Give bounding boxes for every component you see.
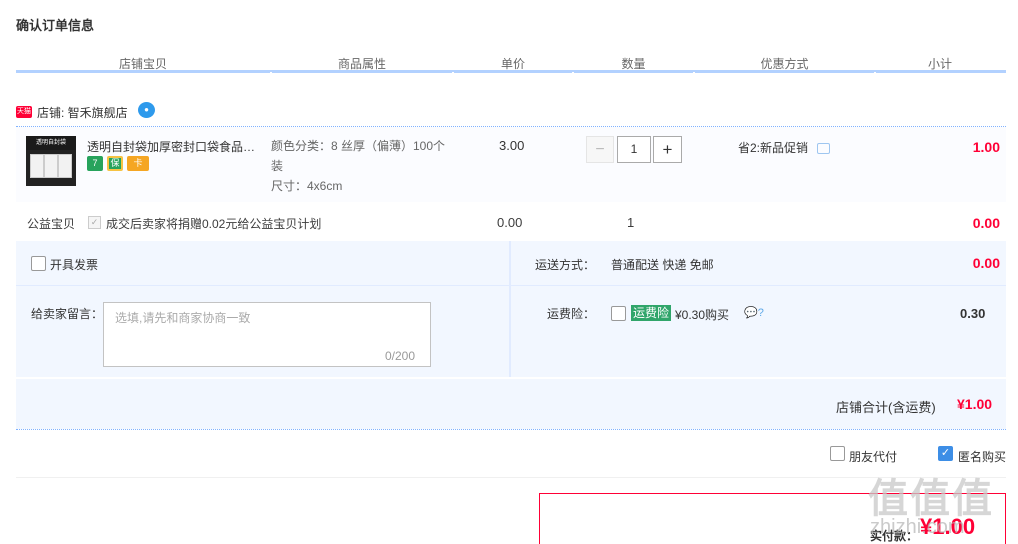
- charity-price: 0.00: [497, 215, 523, 230]
- charity-checkbox: ✓: [88, 216, 101, 229]
- card-payment-icon[interactable]: 卡: [127, 156, 149, 171]
- seven-day-return-icon[interactable]: 7: [87, 156, 103, 171]
- attribute-color: 颜色分类：8 丝厚（偏薄）100个: [271, 139, 446, 153]
- help-icon[interactable]: 💬?: [744, 306, 764, 319]
- shipping-method-label: 运送方式：: [535, 258, 596, 272]
- header-separator: [452, 72, 454, 75]
- panel-divider: [16, 285, 509, 286]
- bag-shape: [58, 154, 72, 178]
- col-header-discount: 优惠方式: [760, 57, 809, 71]
- shipping-insurance-amount: 0.30: [960, 306, 986, 321]
- quantity-input[interactable]: 1: [617, 136, 651, 163]
- panel-divider: [509, 241, 511, 377]
- product-thumbnail[interactable]: 透明自封袋: [26, 136, 76, 186]
- product-title-link[interactable]: 透明自封袋加厚密封口袋食品保鲜袋: [87, 138, 267, 155]
- invoice-checkbox[interactable]: [31, 256, 46, 271]
- col-header-subtotal: 小计: [927, 57, 952, 71]
- charity-quantity: 1: [627, 215, 635, 230]
- shipping-insurance-price: ¥0.30购买: [675, 308, 730, 322]
- tmall-icon: 天猫: [16, 106, 32, 118]
- unit-price: 3.00: [499, 138, 525, 153]
- divider: [16, 477, 1006, 478]
- header-underline: [16, 70, 1006, 73]
- shipping-insurance-badge: 运费险: [631, 305, 672, 321]
- shipping-insurance-checkbox[interactable]: [611, 306, 626, 321]
- character-counter: 0/200: [385, 349, 416, 363]
- shipping-insurance-label: 运费险：: [547, 307, 596, 321]
- charity-label: 公益宝贝: [27, 217, 76, 231]
- anonymous-purchase-label[interactable]: 匿名购买: [958, 448, 1006, 465]
- shipping-method-value: 普通配送 快递 免邮: [611, 258, 714, 272]
- panel-divider: [511, 285, 1006, 286]
- invoice-label[interactable]: 开具发票: [50, 256, 98, 273]
- shop-total-label: 店铺合计(含运费): [836, 400, 936, 415]
- bag-shape: [30, 154, 44, 178]
- guarantee-icon[interactable]: 保: [107, 156, 123, 171]
- watermark-url: zhizhi.com: [870, 516, 965, 538]
- col-header-price: 单价: [500, 57, 525, 71]
- col-header-quantity: 数量: [621, 57, 646, 71]
- friend-pay-label[interactable]: 朋友代付: [849, 448, 897, 465]
- seller-message-placeholder: 选填,请先和商家协商一致: [115, 311, 251, 325]
- chat-icon[interactable]: ●: [138, 102, 155, 118]
- header-separator: [270, 72, 272, 75]
- divider: [16, 429, 1006, 430]
- friend-pay-checkbox[interactable]: [830, 446, 845, 461]
- col-header-shop-item: 店铺宝贝: [118, 57, 167, 71]
- charity-description: 成交后卖家将捐赠0.02元给公益宝贝计划: [106, 217, 322, 231]
- attribute-size: 尺寸：4x6cm: [271, 179, 343, 193]
- col-header-attributes: 商品属性: [337, 57, 386, 71]
- header-separator: [572, 72, 574, 75]
- item-subtotal: 1.00: [972, 139, 1000, 155]
- shipping-amount: 0.00: [972, 255, 1000, 271]
- anonymous-purchase-checkbox[interactable]: ✓: [938, 446, 953, 461]
- page-title: 确认订单信息: [16, 18, 95, 33]
- header-separator: [874, 72, 876, 75]
- shop-total-value: ¥1.00: [957, 396, 993, 412]
- header-separator: [693, 72, 695, 75]
- charity-subtotal: 0.00: [972, 215, 1000, 231]
- quantity-decrease-button[interactable]: −: [586, 136, 614, 163]
- attribute-color-cont: 装: [271, 159, 284, 173]
- promotion-label: 省2:新品促销: [738, 141, 809, 155]
- quantity-increase-button[interactable]: +: [653, 136, 682, 163]
- seller-message-label: 给卖家留言：: [31, 307, 104, 321]
- bag-shape: [44, 154, 58, 178]
- comment-icon[interactable]: [817, 143, 830, 154]
- thumbnail-label: 透明自封袋: [26, 136, 76, 150]
- shop-name-link[interactable]: 店铺: 智禾旗舰店: [37, 104, 128, 121]
